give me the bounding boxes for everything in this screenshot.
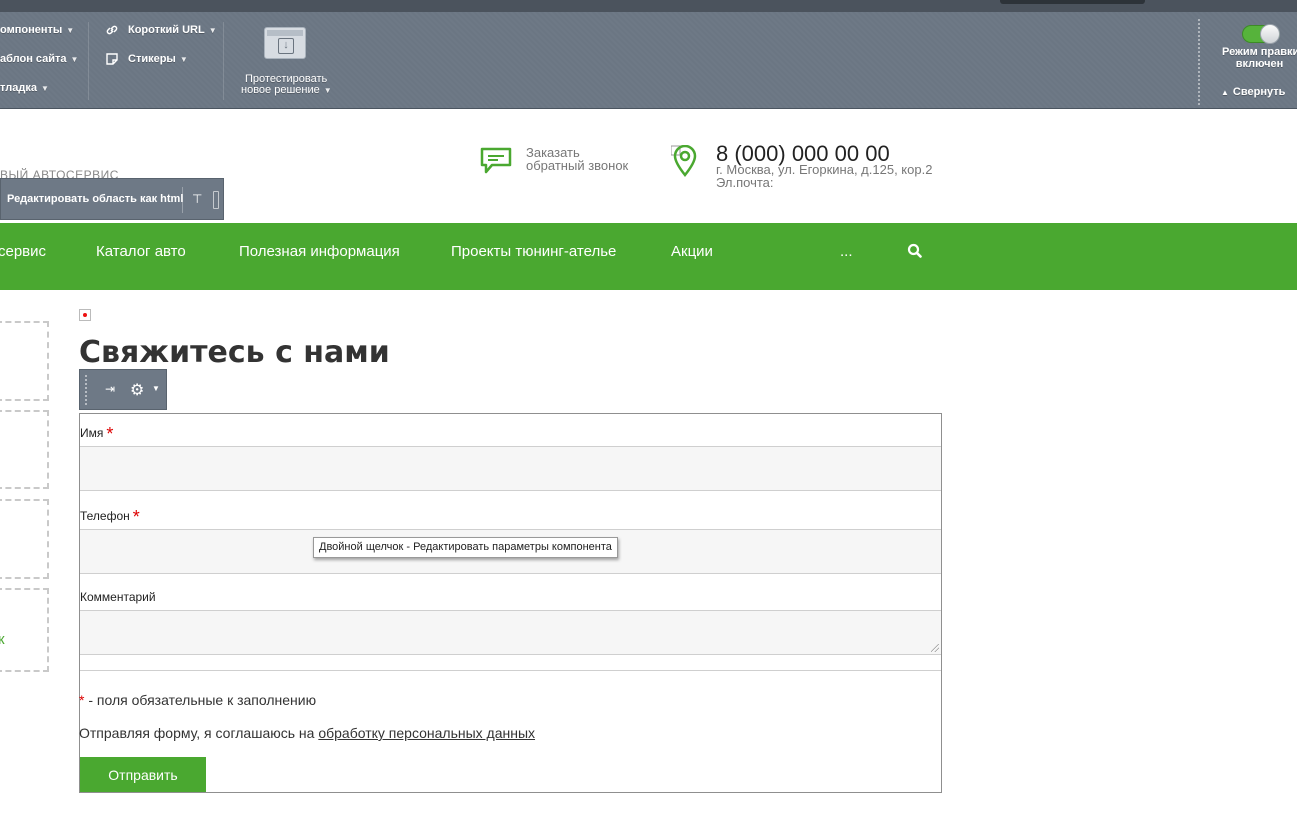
menu-item-more[interactable]: ... [840,243,853,260]
consent-prefix: Отправляя форму, я соглашаюсь на [79,725,319,741]
callback-line2: обратный звонок [526,158,629,173]
chevron-down-icon: ▼ [66,26,75,35]
privacy-policy-link[interactable]: обработку персональных данных [318,725,535,741]
name-field-label: Имя * [80,421,114,444]
edit-component-tooltip: Двойной щелчок - Редактировать параметры… [313,537,618,558]
component-toolbar: ⇥ ⚙ ▼ [79,369,167,410]
html-edit-button[interactable]: Редактировать область как html [7,193,183,205]
admin-top-strip [0,0,1297,12]
download-arrow-icon: ↓ [278,38,294,54]
phone-field-label: Телефон * [80,504,140,527]
toggle-knob [1260,24,1280,44]
edit-mode-status: Режим правки включен [1222,46,1297,70]
required-note: * - поля обязательные к заполнению [79,692,316,708]
sidebar-link-fragment[interactable]: к [0,631,5,648]
components-label: омпоненты [0,24,63,36]
comment-textarea[interactable] [80,610,941,655]
chevron-down-icon: ▼ [40,84,49,93]
menu-item-catalog[interactable]: Каталог авто [96,243,186,260]
components-menu[interactable]: омпоненты ▼ [0,24,74,36]
chevron-down-icon: ▼ [208,26,217,35]
admin-search-field[interactable] [1000,0,1145,4]
collapse-label: Свернуть [1232,86,1286,98]
sidebar-block[interactable] [0,410,49,489]
panel-grip [1197,18,1201,106]
drag-handle[interactable] [84,374,88,406]
sidebar-block[interactable] [0,588,49,672]
gear-icon[interactable]: ⚙ [130,380,144,400]
callback-link[interactable]: Заказать обратный звонок [526,146,628,172]
name-input[interactable] [80,446,941,491]
menu-item-tuning[interactable]: Проекты тюнинг-ателье [451,243,616,260]
page-title: Свяжитесь с нами [79,335,390,370]
chevron-down-icon: ▼ [323,86,332,95]
edit-mode-toggle[interactable] [1242,24,1280,44]
resize-handle-icon[interactable] [931,644,939,652]
chevron-up-icon: ▲ [1221,88,1229,97]
required-mark: * [106,424,114,444]
location-pin-icon [670,144,699,178]
edit-mode-line2: включен [1235,58,1284,70]
menu-item-promotions[interactable]: Акции [671,243,713,260]
chat-icon[interactable] [480,147,512,175]
window-bar [267,30,303,36]
menu-item-useful-info[interactable]: Полезная информация [239,243,400,260]
consent-text: Отправляя форму, я соглашаюсь на обработ… [79,725,535,741]
sidebar-block[interactable] [0,499,49,579]
drag-handle[interactable] [213,191,219,209]
sidebar-block[interactable] [0,321,49,401]
chevron-down-icon[interactable]: ▼ [152,384,160,393]
chevron-down-icon: ▼ [179,55,188,64]
toolbar-divider [182,187,183,213]
panel-divider [223,22,224,100]
phone-label-text: Телефон [80,509,130,523]
main-menu: сервис Каталог авто Полезная информация … [0,223,1297,290]
site-template-menu[interactable]: аблон сайта ▼ [0,53,78,65]
submit-button[interactable]: Отправить [80,757,206,792]
email-label: Эл.почта: [716,175,774,190]
panel-divider [88,22,89,100]
pin-icon[interactable]: ⇥ [105,382,115,396]
debug-label: тладка [0,82,37,94]
admin-panel: омпоненты ▼ аблон сайта ▼ тладка ▼ Короткий… [0,12,1297,109]
stickers-label: Стикеры [128,53,176,65]
edit-mode-line1: Режим правки [1222,46,1297,58]
site-template-label: аблон сайта [0,53,67,65]
broken-image-marker [79,309,91,321]
contact-info: г. Москва, ул. Егоркина, д.125, кор.2 Эл… [716,163,932,189]
test-solution-icon[interactable]: ↓ [264,27,306,59]
form-divider [80,670,941,671]
pin-icon[interactable]: ⊤ [192,192,202,206]
test-solution-line2: новое решение [241,84,320,96]
required-mark: * [132,507,140,527]
link-icon [105,23,119,37]
short-url-label: Короткий URL [128,24,205,36]
collapse-button[interactable]: ▲ Свернуть [1221,86,1285,98]
sticker-icon [105,52,119,66]
debug-menu[interactable]: тладка ▼ [0,82,49,94]
menu-item-service[interactable]: сервис [0,243,46,260]
short-url-menu[interactable]: Короткий URL ▼ [128,24,217,36]
chevron-down-icon: ▼ [70,55,79,64]
test-solution-line2-wrap[interactable]: новое решение ▼ [241,84,332,96]
name-label-text: Имя [80,426,104,440]
search-icon[interactable] [907,243,923,259]
required-note-text: - поля обязательные к заполнению [84,692,317,708]
html-edit-toolbar: Редактировать область как html ⊤ [0,178,224,220]
stickers-menu[interactable]: Стикеры ▼ [128,53,188,65]
comment-field-label: Комментарий [80,590,156,604]
